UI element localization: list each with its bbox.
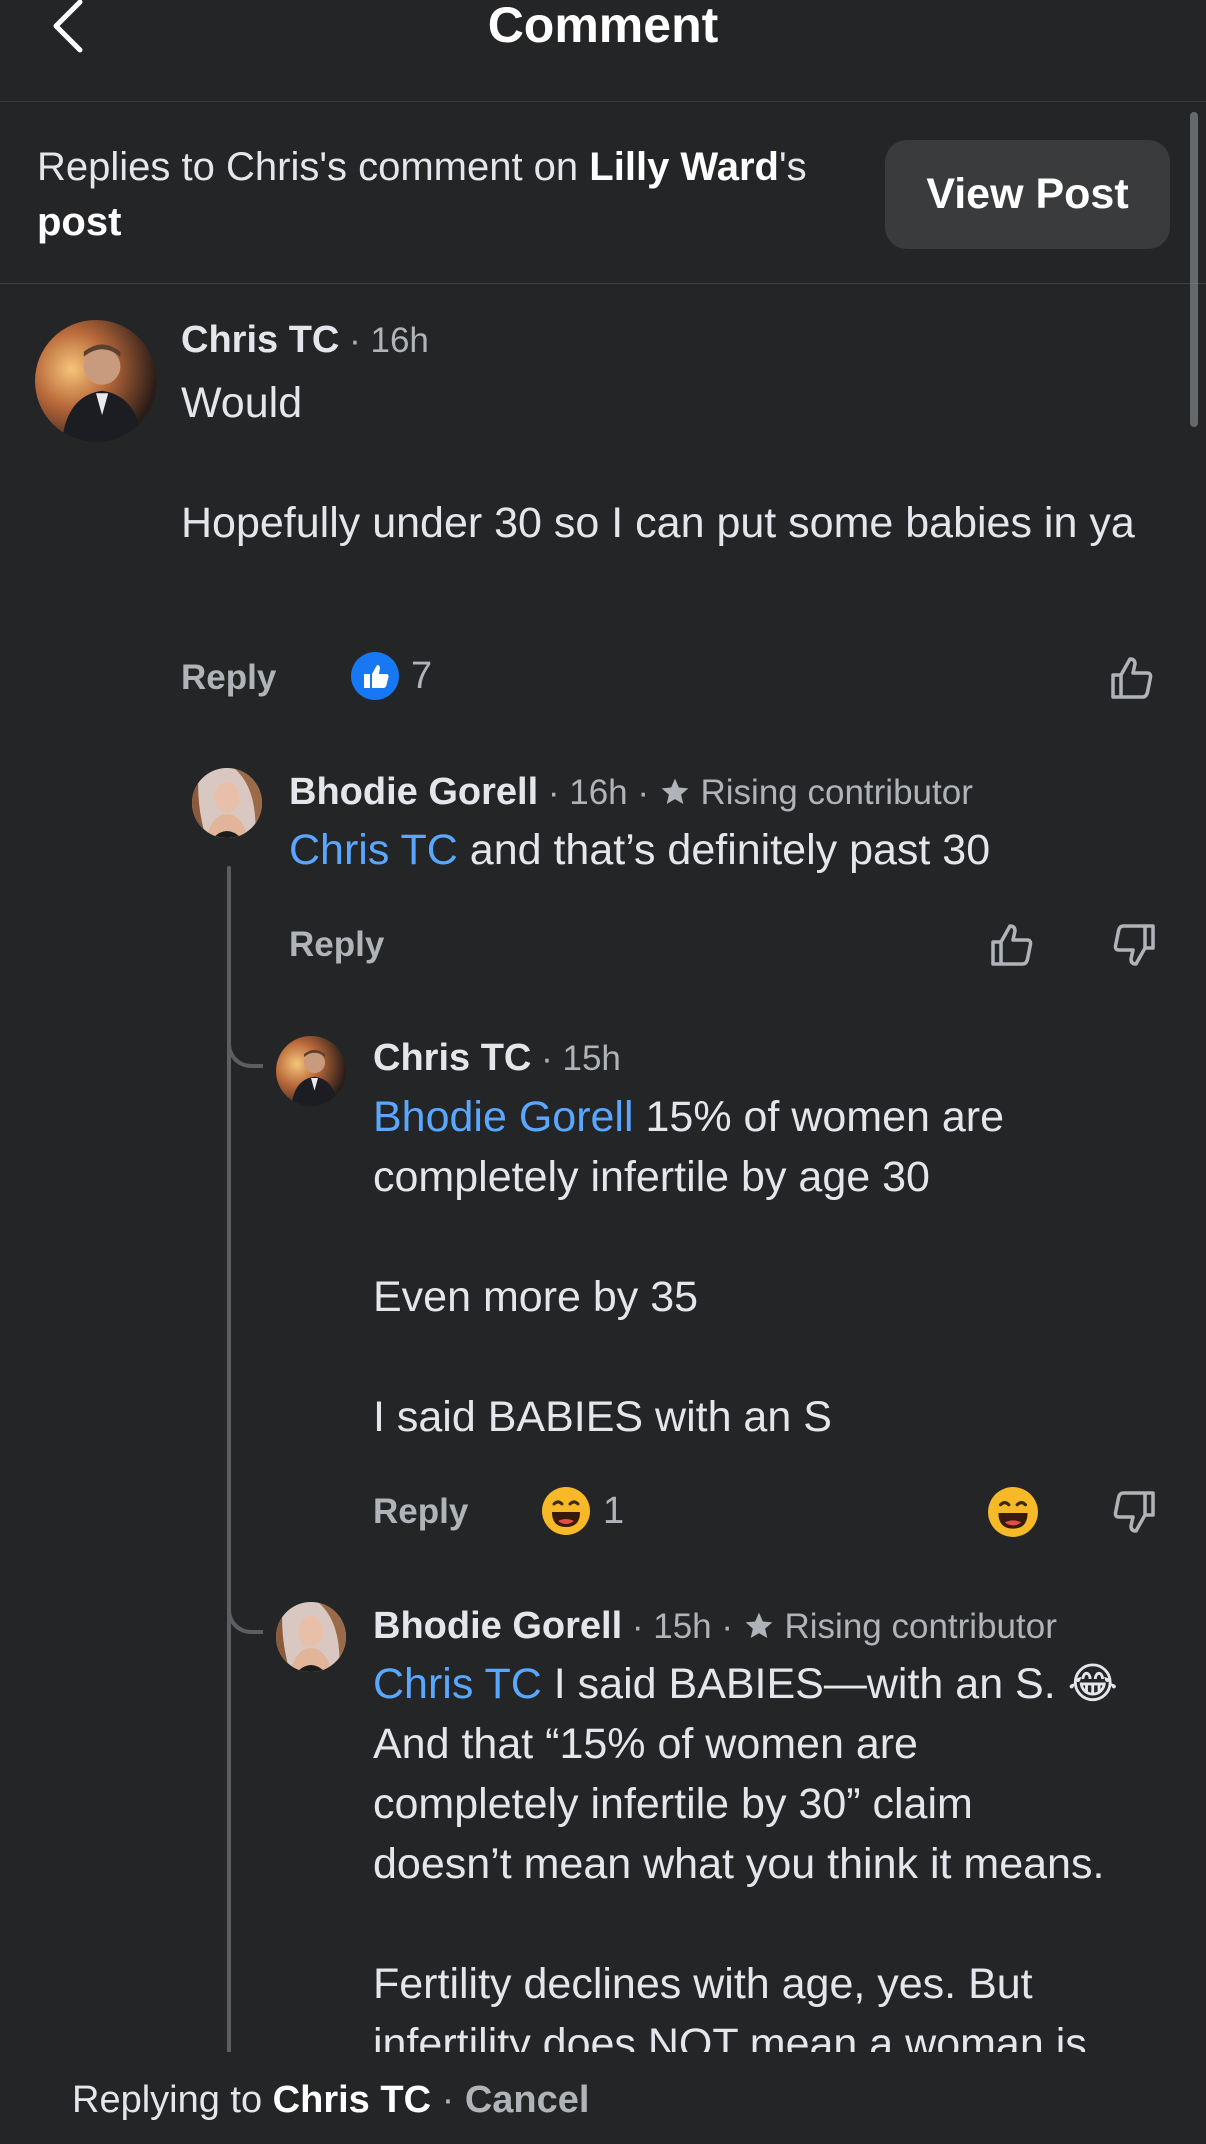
comment-author[interactable]: Chris TC <box>373 1037 531 1079</box>
comment-paragraph: I said BABIES with an S <box>373 1393 832 1441</box>
comment-time: · 15h · <box>631 1607 734 1646</box>
haha-reaction-icon <box>988 1487 1038 1537</box>
react-button[interactable] <box>985 1484 1041 1540</box>
comment-paragraph: I said BABIES—with an S. 😂 <box>541 1660 1118 1708</box>
context-post-word: post <box>37 200 122 244</box>
comment-paragraph: completely infertile by 30” claim <box>373 1780 973 1828</box>
comment-body: Would Hopefully under 30 so I can put so… <box>181 373 1161 553</box>
comment-author[interactable]: Bhodie Gorell <box>289 771 538 813</box>
thread-branch <box>227 1598 263 1634</box>
star-icon <box>745 1612 773 1638</box>
comment-time: · 16h <box>349 321 429 360</box>
like-button[interactable] <box>985 917 1041 973</box>
avatar-photo-chris <box>276 1036 346 1106</box>
reply-button[interactable]: Reply <box>373 1492 468 1532</box>
comment-paragraph: Would <box>181 379 303 427</box>
comment-meta: Chris TC · 15h <box>373 1038 621 1079</box>
dislike-button[interactable] <box>1105 917 1161 973</box>
reply-button[interactable]: Reply <box>181 658 276 698</box>
comment-meta: Bhodie Gorell · 16h · Rising contributor <box>289 772 973 813</box>
mention-link[interactable]: Chris TC <box>373 1660 542 1708</box>
like-reaction-icon <box>351 652 399 700</box>
comment-paragraph: infertility does NOT mean a woman is <box>373 2020 1087 2052</box>
top-bar: Comment <box>0 0 1206 102</box>
page-title: Comment <box>487 0 719 53</box>
thumbs-up-icon <box>1111 657 1153 699</box>
post-owner-name[interactable]: Lilly Ward <box>589 145 779 189</box>
thumbs-up-icon <box>991 924 1033 966</box>
replying-to-name: Chris TC <box>272 2079 432 2121</box>
comment-screen: Comment Replies to Chris's comment on Li… <box>0 0 1206 2144</box>
contributor-badge: Rising contributor <box>784 1607 1057 1646</box>
comment-time: · 16h · <box>547 773 650 812</box>
mention-link[interactable]: Chris TC <box>289 826 458 874</box>
comment-meta: Chris TC · 16h <box>181 320 429 361</box>
reaction-summary[interactable]: 7 <box>351 652 432 700</box>
reply-button[interactable]: Reply <box>289 925 384 965</box>
replying-prefix: Replying to <box>72 2079 273 2121</box>
comment-paragraph: Fertility declines with age, yes. But <box>373 1960 1033 2008</box>
separator: · <box>431 2079 465 2121</box>
thread-branch <box>227 1032 263 1068</box>
reaction-count: 1 <box>603 1489 625 1532</box>
reply-context-text: Replies to Chris's comment on Lilly Ward… <box>37 140 817 250</box>
reply-composer-bar: Replying to Chris TC · Cancel <box>0 2052 1206 2144</box>
reaction-count: 7 <box>411 654 433 697</box>
contributor-badge: Rising contributor <box>700 773 973 812</box>
thumbs-down-icon <box>1113 924 1155 966</box>
comment-paragraph: doesn’t mean what you think it means. <box>373 1840 1105 1888</box>
avatar-photo-bhodie <box>192 768 262 838</box>
avatar[interactable] <box>192 768 262 838</box>
comment-body: Bhodie Gorell 15% of women are completel… <box>373 1087 1163 1447</box>
replying-to-text: Replying to Chris TC · Cancel <box>72 2078 589 2122</box>
context-prefix: Replies to Chris's comment on <box>37 145 590 189</box>
comment-paragraph: Even more by 35 <box>373 1273 699 1321</box>
haha-reaction-icon <box>542 1487 590 1535</box>
thumbs-down-icon <box>1113 1491 1155 1533</box>
reply-context-banner: Replies to Chris's comment on Lilly Ward… <box>0 102 1206 284</box>
comment-body: Chris TC and that’s definitely past 30 <box>289 820 1189 880</box>
avatar[interactable] <box>276 1036 346 1106</box>
comment-paragraph: And that “15% of women are <box>373 1720 918 1768</box>
reaction-summary[interactable]: 1 <box>541 1486 624 1536</box>
comment-paragraph: Hopefully under 30 so I can put some bab… <box>181 499 1135 547</box>
star-icon <box>661 778 689 804</box>
scrollbar[interactable] <box>1190 112 1198 427</box>
comment-clip: Chris TC I said BABIES—with an S. 😂 And … <box>0 1654 1206 2052</box>
avatar[interactable] <box>35 320 157 442</box>
dislike-button[interactable] <box>1105 1484 1161 1540</box>
comment-author[interactable]: Chris TC <box>181 319 339 361</box>
comment-body: Chris TC I said BABIES—with an S. 😂 And … <box>373 1654 1193 2052</box>
avatar-photo-chris <box>35 320 157 442</box>
like-button[interactable] <box>1105 650 1161 706</box>
view-post-button[interactable]: View Post <box>885 140 1170 249</box>
comment-text: and that’s definitely past 30 <box>457 826 991 874</box>
cancel-reply-button[interactable]: Cancel <box>465 2079 590 2121</box>
context-possessive: 's <box>778 145 807 189</box>
comment-time: · 15h <box>541 1039 621 1078</box>
mention-link[interactable]: Bhodie Gorell <box>373 1093 634 1141</box>
comment-author[interactable]: Bhodie Gorell <box>373 1605 622 1647</box>
comment-meta: Bhodie Gorell · 15h · Rising contributor <box>373 1606 1057 1647</box>
